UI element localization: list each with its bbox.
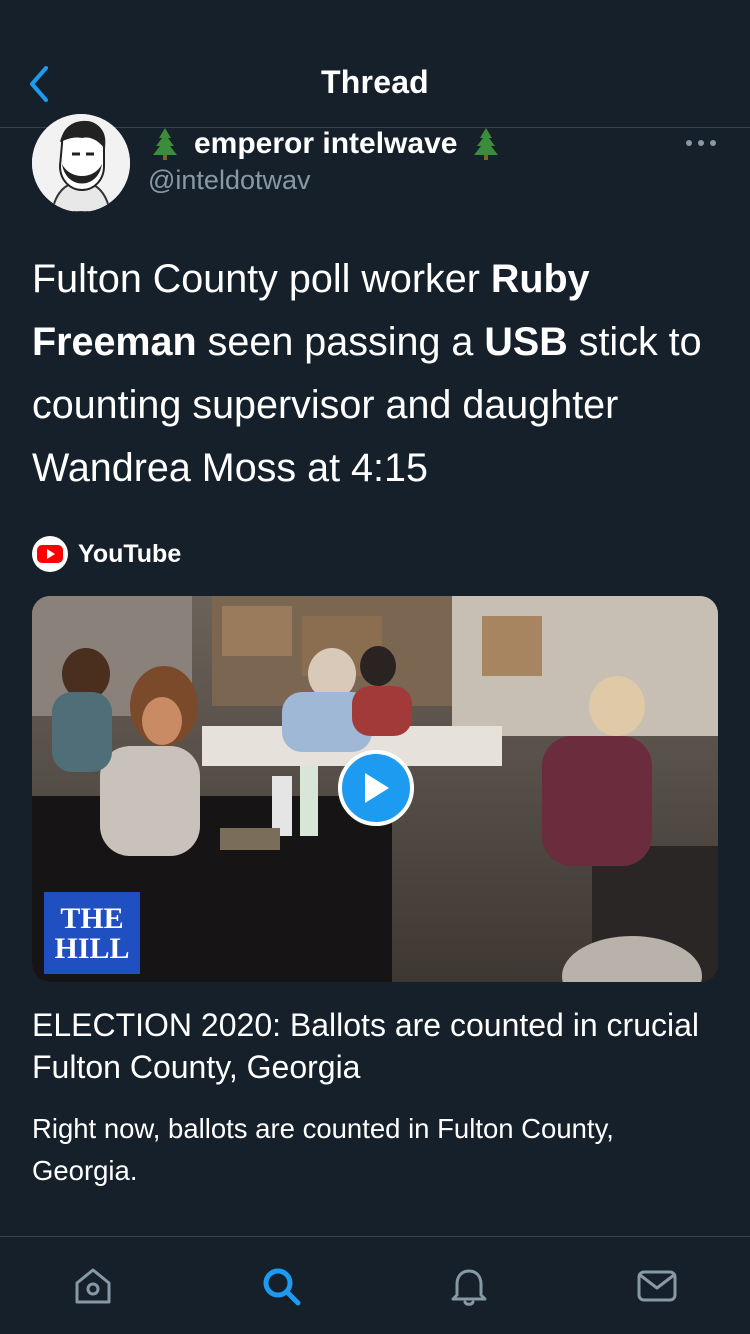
more-options-button[interactable] (684, 136, 718, 150)
tweet-text-segment: Fulton County poll worker (32, 257, 491, 301)
the-hill-logo: THE HILL (44, 892, 140, 974)
mail-icon (637, 1270, 677, 1302)
tree-emoji-icon (474, 128, 499, 160)
author-handle[interactable]: @inteldotwav (148, 165, 311, 196)
bottom-tab-bar (0, 1236, 750, 1334)
tab-search[interactable] (258, 1263, 304, 1309)
tweet-text-segment: seen passing a (196, 320, 485, 364)
home-icon (75, 1268, 111, 1304)
tab-notifications[interactable] (446, 1263, 492, 1309)
play-button[interactable] (338, 750, 414, 826)
link-source[interactable]: YouTube (32, 535, 181, 573)
tab-messages[interactable] (634, 1263, 680, 1309)
tab-home[interactable] (70, 1263, 116, 1309)
avatar-image (32, 114, 130, 212)
top-nav-bar: Thread (0, 0, 750, 128)
tweet-text-bold: USB (484, 320, 568, 364)
link-card-title[interactable]: ELECTION 2020: Ballots are counted in cr… (32, 1004, 718, 1088)
bell-icon (451, 1269, 487, 1306)
link-source-label: YouTube (78, 539, 182, 568)
author-display-name: emperor intelwave (194, 127, 458, 160)
link-card-description: Right now, ballots are counted in Fulton… (32, 1113, 614, 1186)
avatar[interactable] (32, 114, 130, 212)
video-thumbnail[interactable]: THE HILL (32, 596, 718, 982)
search-icon (263, 1268, 301, 1306)
tree-emoji-icon (153, 128, 177, 160)
play-icon (365, 773, 389, 803)
tweet-text: Fulton County poll worker Ruby Freeman s… (32, 248, 722, 500)
page-title: Thread (321, 64, 429, 100)
youtube-icon (32, 536, 68, 572)
more-dots-icon (686, 140, 716, 146)
author-name-row[interactable]: emperor intelwave (148, 126, 503, 162)
